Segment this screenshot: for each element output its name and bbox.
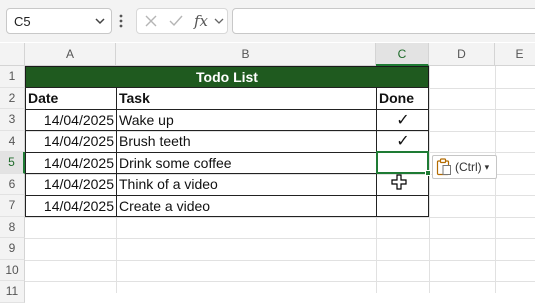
more-options-icon[interactable] <box>119 14 123 28</box>
date-cell[interactable]: 14/04/2025 <box>25 131 116 152</box>
cancel-icon[interactable] <box>144 14 158 28</box>
gridline <box>25 238 535 239</box>
table-border <box>25 130 429 131</box>
column-header-e[interactable]: E <box>495 43 535 66</box>
row-header-8[interactable]: 8 <box>0 216 25 238</box>
formula-bar: C5 fx <box>0 0 535 42</box>
row-header-6[interactable]: 6 <box>0 173 25 195</box>
clipboard-icon <box>436 158 451 176</box>
cell-cursor-icon <box>391 174 407 190</box>
formula-actions: fx <box>136 8 228 34</box>
active-cell-selection[interactable] <box>376 151 429 174</box>
row-header-9[interactable]: 9 <box>0 238 25 260</box>
table-border <box>116 87 117 217</box>
task-cell[interactable]: Create a video <box>116 196 376 217</box>
column-header-c[interactable]: C <box>376 43 429 66</box>
date-cell[interactable]: 14/04/2025 <box>25 174 116 195</box>
column-header-a[interactable]: A <box>25 43 116 66</box>
header-task-cell[interactable]: Task <box>116 88 376 109</box>
gridline <box>25 281 535 282</box>
fill-handle[interactable] <box>425 170 431 176</box>
table-border <box>25 173 429 174</box>
table-border <box>25 151 429 153</box>
gridline <box>25 259 535 261</box>
task-cell[interactable]: Wake up <box>116 110 376 131</box>
paste-options-label: (Ctrl) <box>455 160 482 174</box>
header-date-cell[interactable]: Date <box>25 88 116 109</box>
chevron-down-icon[interactable] <box>95 16 105 26</box>
chevron-down-icon[interactable] <box>214 17 224 25</box>
row-header-10[interactable]: 10 <box>0 259 25 281</box>
row-header-5[interactable]: 5 <box>0 152 25 174</box>
table-border <box>25 87 26 217</box>
name-box[interactable]: C5 <box>6 8 112 34</box>
table-title-cell[interactable]: Todo List <box>25 66 429 88</box>
formula-input[interactable] <box>232 8 535 34</box>
task-cell[interactable]: Think of a video <box>116 174 376 195</box>
row-header-3[interactable]: 3 <box>0 109 25 131</box>
column-header-d[interactable]: D <box>429 43 495 66</box>
date-cell[interactable]: 14/04/2025 <box>25 153 116 174</box>
table-border <box>25 87 429 88</box>
row-header-2[interactable]: 2 <box>0 87 25 109</box>
column-header-b[interactable]: B <box>116 43 376 66</box>
task-cell[interactable]: Drink some coffee <box>116 153 376 174</box>
paste-options-button[interactable]: (Ctrl) ▾ <box>432 155 497 179</box>
enter-check-icon[interactable] <box>168 14 184 28</box>
done-checkmark[interactable]: ✓ <box>377 131 429 153</box>
insert-function-button[interactable]: fx <box>194 12 208 30</box>
table-border <box>25 108 429 110</box>
row-header-11[interactable]: 11 <box>0 281 25 303</box>
name-box-value: C5 <box>14 14 31 29</box>
date-cell[interactable]: 14/04/2025 <box>25 196 116 217</box>
table-border <box>25 216 429 217</box>
row-header-4[interactable]: 4 <box>0 130 25 152</box>
table-border <box>25 194 429 196</box>
date-cell[interactable]: 14/04/2025 <box>25 110 116 131</box>
task-cell[interactable]: Brush teeth <box>116 131 376 152</box>
done-checkmark[interactable]: ✓ <box>377 109 429 131</box>
row-header-1[interactable]: 1 <box>0 66 25 88</box>
row-header-7[interactable]: 7 <box>0 195 25 217</box>
gridline <box>429 87 535 89</box>
paste-options-dropdown: ▾ <box>484 161 490 172</box>
header-done-cell[interactable]: Done <box>376 88 429 109</box>
select-all-corner[interactable] <box>0 43 25 66</box>
done-cell[interactable] <box>377 195 429 217</box>
